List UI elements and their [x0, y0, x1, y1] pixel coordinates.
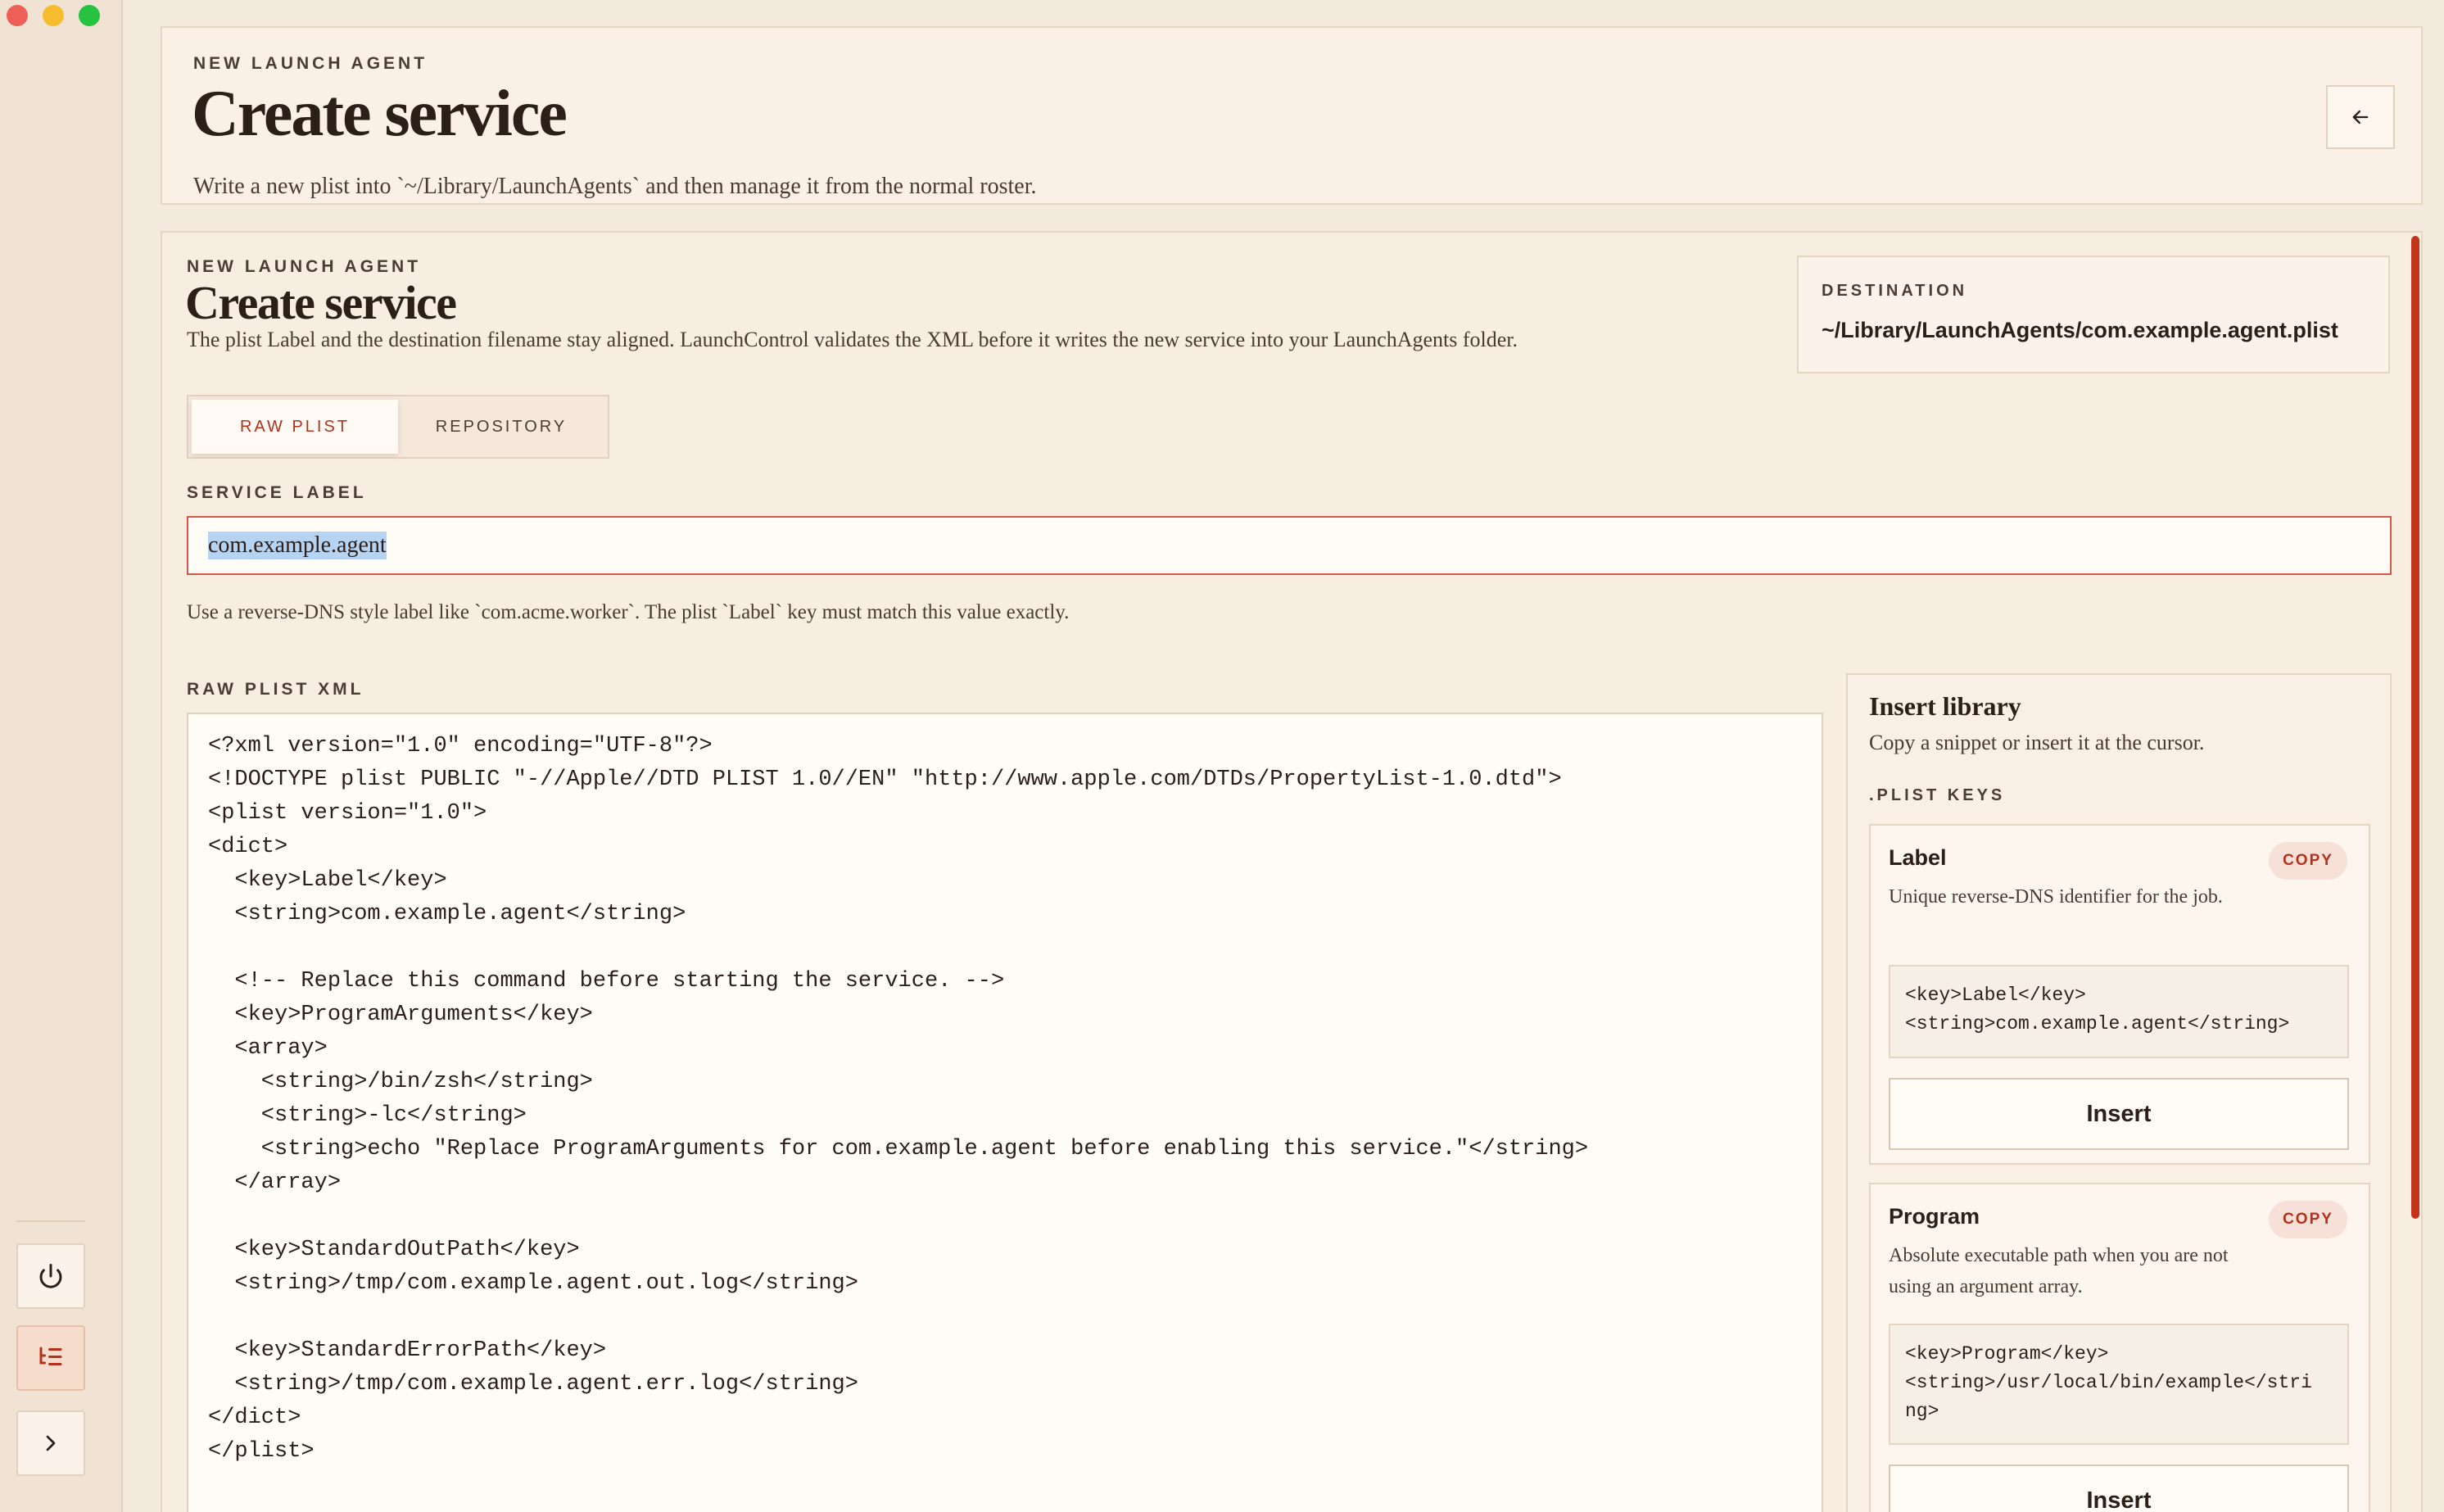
code-line: </plist> [208, 1439, 315, 1464]
code-line: <?xml version="1.0" encoding="UTF-8"?> [208, 734, 713, 758]
destination-path: ~/Library/LaunchAgents/com.example.agent… [1822, 318, 2338, 342]
page-title: Create service [192, 78, 568, 150]
power-button[interactable] [16, 1243, 85, 1309]
code-line: <string>/tmp/com.example.agent.err.log</… [208, 1372, 858, 1397]
service-label-hint: Use a reverse-DNS style label like `com.… [187, 601, 1070, 623]
create-service-form: NEW LAUNCH AGENT Create service The plis… [161, 231, 2423, 1512]
code-line: <array> [208, 1036, 328, 1061]
back-button[interactable] [2326, 85, 2395, 149]
snippet-code: <key>Label</key> <string>com.example.age… [1889, 965, 2349, 1058]
services-list-button[interactable] [16, 1325, 85, 1391]
power-icon [39, 1264, 62, 1288]
code-line: <dict> [208, 835, 288, 859]
snippet-description: Absolute executable path when you are no… [1889, 1245, 2229, 1297]
library-section-heading: .PLIST KEYS [1869, 786, 2006, 804]
page-header: NEW LAUNCH AGENT Create service Write a … [161, 26, 2423, 205]
window-zoom-button[interactable] [79, 5, 100, 26]
arrow-left-icon [2352, 110, 2369, 124]
code-line: <key>ProgramArguments</key> [208, 1003, 593, 1027]
snippet-card-label: Label COPY Unique reverse-DNS identifier… [1869, 824, 2370, 1165]
code-line: <!-- Replace this command before startin… [208, 969, 1005, 994]
scrollbar-thumb[interactable] [2411, 236, 2419, 1219]
code-line: <string>com.example.agent</string> [208, 902, 686, 926]
sidebar-divider [16, 1220, 85, 1222]
list-tree-icon [39, 1347, 62, 1365]
destination-box: DESTINATION ~/Library/LaunchAgents/com.e… [1797, 256, 2390, 373]
expand-sidebar-button[interactable] [16, 1410, 85, 1476]
form-description: The plist Label and the destination file… [187, 328, 1518, 351]
code-line: </array> [208, 1170, 342, 1195]
source-tabs: RAW PLIST REPOSITORY [187, 395, 609, 459]
code-line: </dict> [208, 1406, 301, 1430]
form-eyebrow: NEW LAUNCH AGENT [187, 257, 422, 276]
snippet-card-program: Program COPY Absolute executable path wh… [1869, 1183, 2370, 1512]
tab-repository[interactable]: REPOSITORY [398, 400, 604, 454]
page-subtitle: Write a new plist into `~/Library/Launch… [193, 174, 1037, 199]
copy-button[interactable]: COPY [2269, 842, 2347, 880]
snippet-name: Label [1889, 845, 1947, 870]
chevron-right-icon [46, 1435, 56, 1451]
insert-button[interactable]: Insert [1889, 1078, 2349, 1150]
header-eyebrow: NEW LAUNCH AGENT [193, 54, 428, 73]
code-line: <key>Label</key> [208, 868, 447, 893]
service-label-input[interactable]: com.example.agent [187, 516, 2392, 575]
code-line: <!DOCTYPE plist PUBLIC "-//Apple//DTD PL… [208, 767, 1562, 792]
raw-plist-heading: RAW PLIST XML [187, 680, 364, 699]
service-label-value: com.example.agent [208, 532, 387, 559]
code-line: <string>-lc</string> [208, 1103, 527, 1128]
library-title: Insert library [1869, 691, 2021, 721]
snippet-description: Unique reverse-DNS identifier for the jo… [1889, 886, 2223, 908]
copy-button[interactable]: COPY [2269, 1201, 2347, 1238]
insert-button[interactable]: Insert [1889, 1464, 2349, 1512]
insert-library-panel: Insert library Copy a snippet or insert … [1846, 673, 2392, 1512]
code-line: <key>StandardErrorPath</key> [208, 1338, 607, 1363]
code-line: <key>StandardOutPath</key> [208, 1238, 580, 1262]
code-line: <string>/bin/zsh</string> [208, 1070, 593, 1094]
code-line: <string>echo "Replace ProgramArguments f… [208, 1137, 1589, 1161]
window-close-button[interactable] [7, 5, 28, 26]
plist-xml-editor[interactable]: <?xml version="1.0" encoding="UTF-8"?> <… [187, 713, 1823, 1512]
code-line: <plist version="1.0"> [208, 801, 487, 826]
tab-raw-plist[interactable]: RAW PLIST [192, 400, 398, 454]
snippet-code: <key>Program</key> <string>/usr/local/bi… [1889, 1324, 2349, 1445]
window-minimize-button[interactable] [43, 5, 64, 26]
library-subtitle: Copy a snippet or insert it at the curso… [1869, 731, 2205, 754]
snippet-name: Program [1889, 1204, 1980, 1229]
service-label-heading: SERVICE LABEL [187, 483, 367, 502]
destination-label: DESTINATION [1822, 282, 1968, 300]
form-title: Create service [185, 276, 457, 329]
sidebar [0, 0, 123, 1512]
code-line: <string>/tmp/com.example.agent.out.log</… [208, 1271, 858, 1296]
